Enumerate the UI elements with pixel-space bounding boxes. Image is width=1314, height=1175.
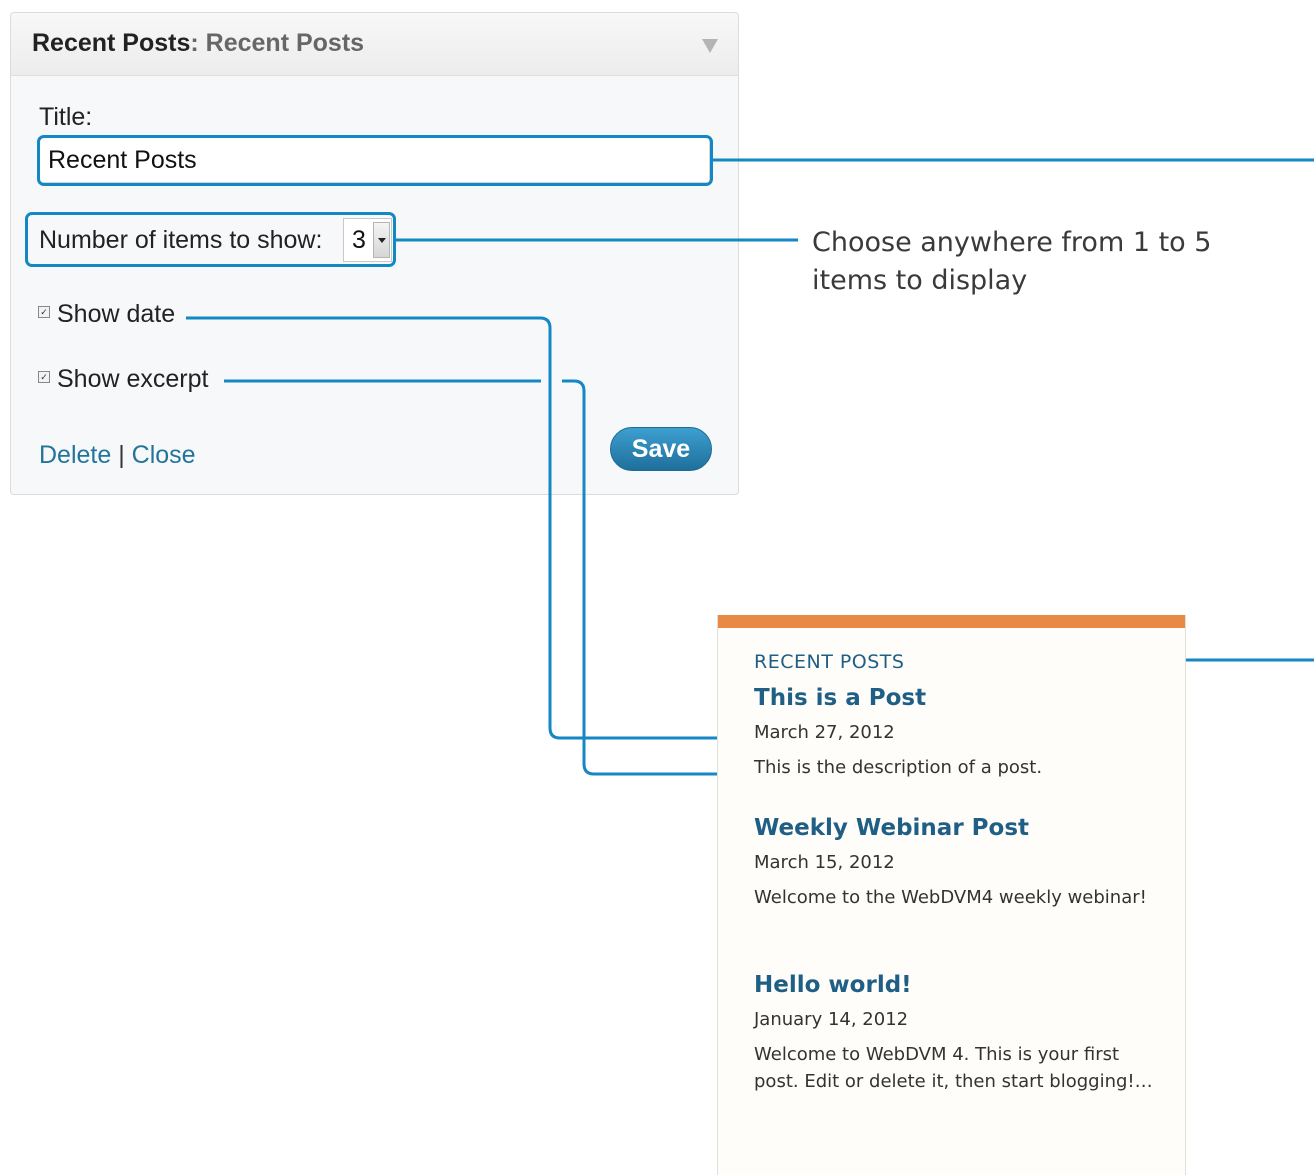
post-title[interactable]: Weekly Webinar Post bbox=[754, 815, 1154, 841]
post-title[interactable]: This is a Post bbox=[754, 685, 1154, 711]
post-date: March 15, 2012 bbox=[754, 852, 895, 873]
preview-heading: RECENT POSTS bbox=[754, 651, 905, 673]
post-title[interactable]: Hello world! bbox=[754, 972, 1154, 998]
post-date: January 14, 2012 bbox=[754, 1009, 909, 1030]
post-excerpt: Welcome to the WebDVM4 weekly webinar! bbox=[754, 887, 1147, 908]
preview-top-bar bbox=[718, 615, 1185, 628]
post-excerpt: Welcome to WebDVM 4. This is your first … bbox=[754, 1044, 1153, 1092]
post-excerpt: This is the description of a post. bbox=[754, 757, 1043, 778]
post-item: Weekly Webinar Post March 15, 2012 Welco… bbox=[754, 815, 1154, 911]
post-date: March 27, 2012 bbox=[754, 722, 895, 743]
count-callout-text: Choose anywhere from 1 to 5 items to dis… bbox=[812, 227, 1212, 296]
recent-posts-preview: RECENT POSTS This is a Post March 27, 20… bbox=[717, 615, 1186, 1175]
post-item: This is a Post March 27, 2012 This is th… bbox=[754, 685, 1154, 781]
post-item: Hello world! January 14, 2012 Welcome to… bbox=[754, 972, 1154, 1095]
